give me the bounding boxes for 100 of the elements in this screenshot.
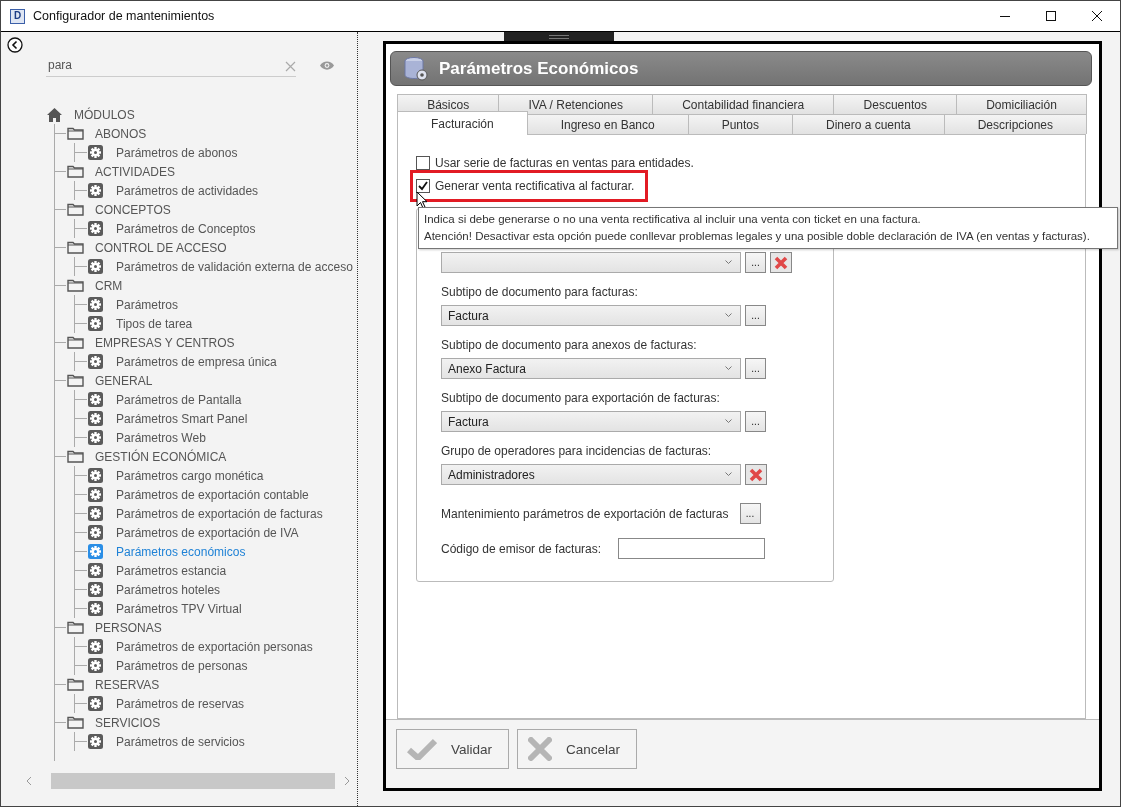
home-icon (47, 107, 62, 122)
tree-item[interactable]: Parámetros de exportación de IVA (116, 525, 299, 540)
dropdown[interactable]: Factura (441, 305, 741, 326)
dropdown[interactable]: Anexo Factura (441, 358, 741, 379)
tree-item[interactable]: Parámetros de exportación personas (116, 639, 313, 654)
field-label: Grupo de operadores para incidencias de facturas: (441, 444, 713, 460)
tree-item[interactable]: Parámetros TPV Virtual (116, 601, 242, 616)
gear-icon (88, 145, 103, 160)
tree-folder[interactable]: SERVICIOS (95, 715, 161, 730)
tree-folder[interactable]: ACTIVIDADES (95, 164, 175, 179)
tree-item[interactable]: Parámetros Smart Panel (116, 411, 248, 426)
tab[interactable]: Básicos (397, 94, 500, 114)
gear-icon (88, 601, 103, 616)
close-icon[interactable] (1091, 10, 1103, 22)
gear-icon (88, 658, 103, 673)
folder-icon (67, 127, 84, 140)
browse-button[interactable]: ... (745, 305, 766, 326)
input-field[interactable] (618, 538, 766, 559)
tab[interactable]: Ingreso en Banco (526, 114, 689, 134)
tree-folder[interactable]: CRM (95, 278, 123, 293)
gear-icon (88, 734, 103, 749)
tree-item[interactable]: Parámetros de actividades (116, 183, 259, 198)
field-label: Código de emisor de facturas: (441, 541, 602, 556)
dropdown[interactable] (441, 252, 741, 273)
maximize-icon[interactable] (1045, 10, 1057, 22)
tree-item[interactable]: Parámetros de Conceptos (116, 221, 256, 236)
tab[interactable]: Puntos (687, 114, 793, 134)
chevron-down-icon (725, 419, 732, 424)
tree-item[interactable]: Parámetros de validación externa de acceso (116, 259, 353, 274)
tree-item[interactable]: Parámetros de empresa única (116, 354, 277, 369)
splitter-handle[interactable] (504, 32, 614, 41)
gear-icon (88, 183, 103, 198)
checkbox-label[interactable]: Usar serie de facturas en ventas para entidades. (435, 156, 694, 170)
gear-icon (88, 468, 103, 483)
scroll-right-icon[interactable] (343, 776, 351, 786)
tab[interactable]: Contabilidad financiera (652, 94, 835, 114)
checkbox[interactable] (416, 179, 430, 193)
tree-item[interactable]: Parámetros de exportación contable (116, 487, 309, 502)
browse-button[interactable]: ... (739, 503, 761, 524)
tree-item[interactable]: Tipos de tarea (116, 316, 193, 331)
gear-icon (88, 411, 103, 426)
tree-folder[interactable]: GESTIÓN ECONÓMICA (95, 449, 227, 464)
tree-folder[interactable]: EMPRESAS Y CENTROS (95, 335, 235, 350)
tree-item[interactable]: Parámetros de personas (116, 658, 248, 673)
gear-icon (88, 563, 103, 578)
tree-item[interactable]: Parámetros de exportación de facturas (116, 506, 323, 521)
browse-button[interactable]: ... (745, 358, 766, 379)
back-icon[interactable] (7, 37, 23, 53)
checkbox[interactable] (416, 156, 430, 170)
tab[interactable]: Facturación (397, 111, 528, 135)
tree-item[interactable]: Parámetros de Pantalla (116, 392, 242, 407)
tree-item[interactable]: Parámetros Web (116, 430, 206, 445)
browse-button[interactable]: ... (745, 411, 766, 432)
cursor-icon (416, 191, 428, 209)
tree-folder[interactable]: CONCEPTOS (95, 202, 171, 217)
tree-item[interactable]: Parámetros de abonos (116, 145, 238, 160)
scroll-left-icon[interactable] (25, 776, 33, 786)
tab[interactable]: Descripciones (943, 114, 1087, 134)
grip-icon (549, 34, 569, 39)
field-label: Subtipo de documento para facturas: (441, 285, 639, 301)
tree-folder[interactable]: GENERAL (95, 373, 153, 388)
tree-folder[interactable]: RESERVAS (95, 677, 160, 692)
tree-folder[interactable]: PERSONAS (95, 620, 162, 635)
gear-icon (88, 525, 103, 540)
horizontal-scrollbar[interactable] (25, 773, 351, 789)
tab[interactable]: Descuentos (833, 94, 958, 114)
tree-item[interactable]: Parámetros (116, 297, 179, 312)
folder-icon (67, 203, 84, 216)
tree-item[interactable]: Parámetros de reservas (116, 696, 245, 711)
tab[interactable]: Dinero a cuenta (792, 114, 945, 134)
folder-icon (67, 450, 84, 463)
field-label: Subtipo de documento para anexos de facturas: (441, 338, 698, 354)
tree-item[interactable]: Parámetros hoteles (116, 582, 221, 597)
validate-button[interactable]: Validar (396, 729, 510, 769)
cross-icon (528, 737, 553, 761)
dropdown[interactable]: Factura (441, 411, 741, 432)
tree-item[interactable]: Parámetros estancia (116, 563, 227, 578)
tree-folder[interactable]: CONTROL DE ACCESO (95, 240, 227, 255)
gear-icon (88, 297, 103, 312)
remove-button[interactable] (745, 464, 767, 485)
eye-icon[interactable] (319, 60, 335, 71)
gear-icon (88, 221, 103, 236)
chevron-down-icon (725, 366, 732, 371)
dropdown[interactable]: Administradores (441, 464, 741, 485)
database-gear-icon (403, 55, 429, 82)
cancel-button[interactable]: Cancelar (517, 729, 638, 769)
search-field[interactable]: para (46, 58, 285, 74)
tree-item[interactable]: Parámetros económicos (116, 544, 246, 559)
tab[interactable]: Domiciliación (956, 94, 1087, 114)
clear-icon[interactable] (285, 60, 296, 72)
tree-folder[interactable]: ABONOS (95, 126, 147, 141)
tree-root[interactable]: MÓDULOS (74, 107, 135, 122)
remove-button[interactable] (770, 252, 792, 273)
tab[interactable]: IVA / Retenciones (498, 94, 654, 114)
checkbox-label[interactable]: Generar venta rectificativa al facturar. (435, 179, 635, 193)
browse-button[interactable]: ... (745, 252, 766, 273)
gear-icon (88, 316, 103, 331)
tree-item[interactable]: Parámetros cargo monética (116, 468, 264, 483)
tree-item[interactable]: Parámetros de servicios (116, 734, 245, 749)
gear-icon (88, 582, 103, 597)
